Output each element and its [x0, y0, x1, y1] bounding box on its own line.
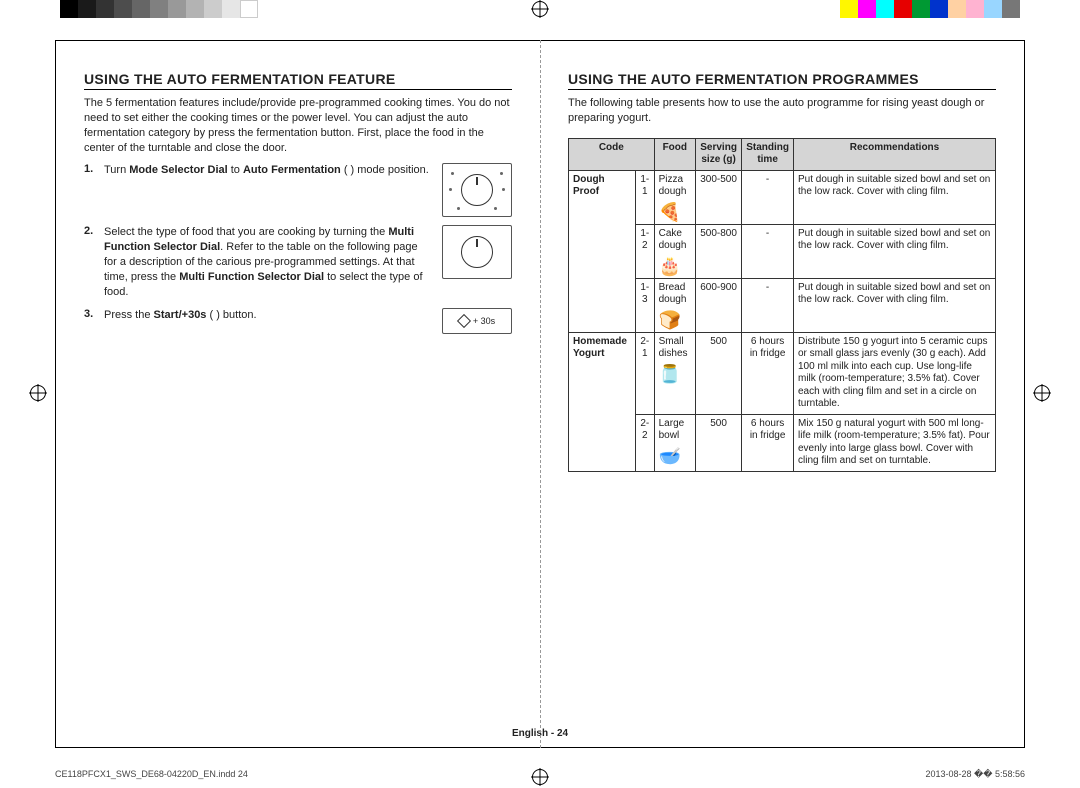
cell-stand: - [742, 224, 794, 278]
category-yogurt: Homemade Yogurt [569, 332, 636, 471]
food-name: Cake dough [659, 228, 687, 252]
heading-programmes: USING THE AUTO FERMENTATION PROGRAMMES [568, 71, 996, 90]
pizza-icon: 🍕 [659, 203, 691, 221]
intro-programmes: The following table presents how to use … [568, 96, 996, 126]
cake-icon: 🎂 [659, 257, 691, 275]
mode-dial-illustration [442, 163, 512, 217]
start-button-label: + 30s [473, 316, 495, 326]
intro-feature: The 5 fermentation features include/prov… [84, 96, 512, 155]
step-1: 1. Turn Mode Selector Dial to Auto Ferme… [84, 163, 512, 217]
cell-size: 500-800 [695, 224, 741, 278]
cell-food: Small dishes 🫙 [654, 332, 695, 414]
th-rec: Recommendations [794, 138, 996, 170]
heading-feature: USING THE AUTO FERMENTATION FEATURE [84, 71, 512, 90]
color-swatches [840, 0, 1020, 18]
cell-stand: 6 hours in fridge [742, 414, 794, 471]
start-button-illustration: + 30s [442, 308, 512, 334]
step-3-text: Press the Start/+30s ( ) button. [104, 308, 416, 323]
th-food: Food [654, 138, 695, 170]
step-3-number: 3. [84, 308, 98, 320]
step-1-number: 1. [84, 163, 98, 175]
th-code: Code [569, 138, 655, 170]
cell-rec: Distribute 150 g yogurt into 5 ceramic c… [794, 332, 996, 414]
cell-stand: - [742, 278, 794, 332]
cell-size: 500 [695, 414, 741, 471]
category-dough: Dough Proof [569, 170, 636, 332]
table-row: Dough Proof 1-1 Pizza dough🍕 300-500 - P… [569, 170, 996, 224]
bowl-icon: 🥣 [659, 447, 691, 465]
step-2-text: Select the type of food that you are coo… [104, 225, 430, 299]
programme-table: Code Food Serving size (g) Standing time… [568, 138, 996, 472]
cell-rec: Put dough in suitable sized bowl and set… [794, 278, 996, 332]
footer-filename: CE118PFCX1_SWS_DE68-04220D_EN.indd 24 [55, 769, 248, 780]
cell-code: 1-1 [636, 170, 655, 224]
cell-code: 1-3 [636, 278, 655, 332]
step-1-text-b: to [228, 164, 243, 176]
multi-dial-illustration [442, 225, 512, 279]
cell-code: 1-2 [636, 224, 655, 278]
bread-icon: 🍞 [659, 311, 691, 329]
cell-stand: 6 hours in fridge [742, 332, 794, 414]
step-1-text-a: Turn [104, 164, 129, 176]
step-1-bold-2: Auto Fermentation [243, 164, 341, 176]
step-1-text-c: ( ) mode position. [341, 164, 429, 176]
registration-mark-left [30, 384, 46, 404]
right-column: USING THE AUTO FERMENTATION PROGRAMMES T… [540, 41, 1024, 747]
step-1-text: Turn Mode Selector Dial to Auto Fermenta… [104, 163, 430, 178]
food-name: Pizza dough [659, 174, 687, 198]
cell-food: Bread dough 🍞 [654, 278, 695, 332]
diamond-icon [457, 314, 471, 328]
step-3-text-b: ( ) button. [206, 309, 256, 321]
th-size: Serving size (g) [695, 138, 741, 170]
left-column: USING THE AUTO FERMENTATION FEATURE The … [56, 41, 540, 747]
step-3-bold: Start/+30s [154, 309, 207, 321]
food-name: Small dishes [659, 336, 688, 360]
cell-size: 300-500 [695, 170, 741, 224]
column-separator [540, 40, 541, 748]
registration-mark-top [532, 0, 548, 20]
table-row: Homemade Yogurt 2-1 Small dishes🫙 500 6 … [569, 332, 996, 414]
cell-food: Pizza dough 🍕 [654, 170, 695, 224]
cell-rec: Mix 150 g natural yogurt with 500 ml lon… [794, 414, 996, 471]
print-footer: CE118PFCX1_SWS_DE68-04220D_EN.indd 24 20… [55, 769, 1025, 780]
cell-stand: - [742, 170, 794, 224]
cell-size: 600-900 [695, 278, 741, 332]
grayscale-swatches [60, 0, 258, 18]
jar-icon: 🫙 [659, 365, 691, 383]
registration-mark-right [1034, 384, 1050, 404]
food-name: Bread dough [659, 282, 687, 306]
footer-timestamp: 2013-08-28 �� 5:58:56 [925, 769, 1025, 780]
cell-code: 2-2 [636, 414, 655, 471]
cell-food: Cake dough 🎂 [654, 224, 695, 278]
cell-code: 2-1 [636, 332, 655, 414]
step-3-text-a: Press the [104, 309, 154, 321]
table-header-row: Code Food Serving size (g) Standing time… [569, 138, 996, 170]
step-3: 3. Press the Start/+30s ( ) button. + 30… [84, 308, 512, 334]
step-2-text-a: Select the type of food that you are coo… [104, 226, 388, 238]
th-stand: Standing time [742, 138, 794, 170]
step-2: 2. Select the type of food that you are … [84, 225, 512, 299]
cell-size: 500 [695, 332, 741, 414]
step-1-bold-1: Mode Selector Dial [129, 164, 227, 176]
cell-food: Large bowl 🥣 [654, 414, 695, 471]
cell-rec: Put dough in suitable sized bowl and set… [794, 170, 996, 224]
step-2-bold-2: Multi Function Selector Dial [179, 271, 324, 283]
step-2-number: 2. [84, 225, 98, 237]
food-name: Large bowl [659, 418, 685, 442]
cell-rec: Put dough in suitable sized bowl and set… [794, 224, 996, 278]
